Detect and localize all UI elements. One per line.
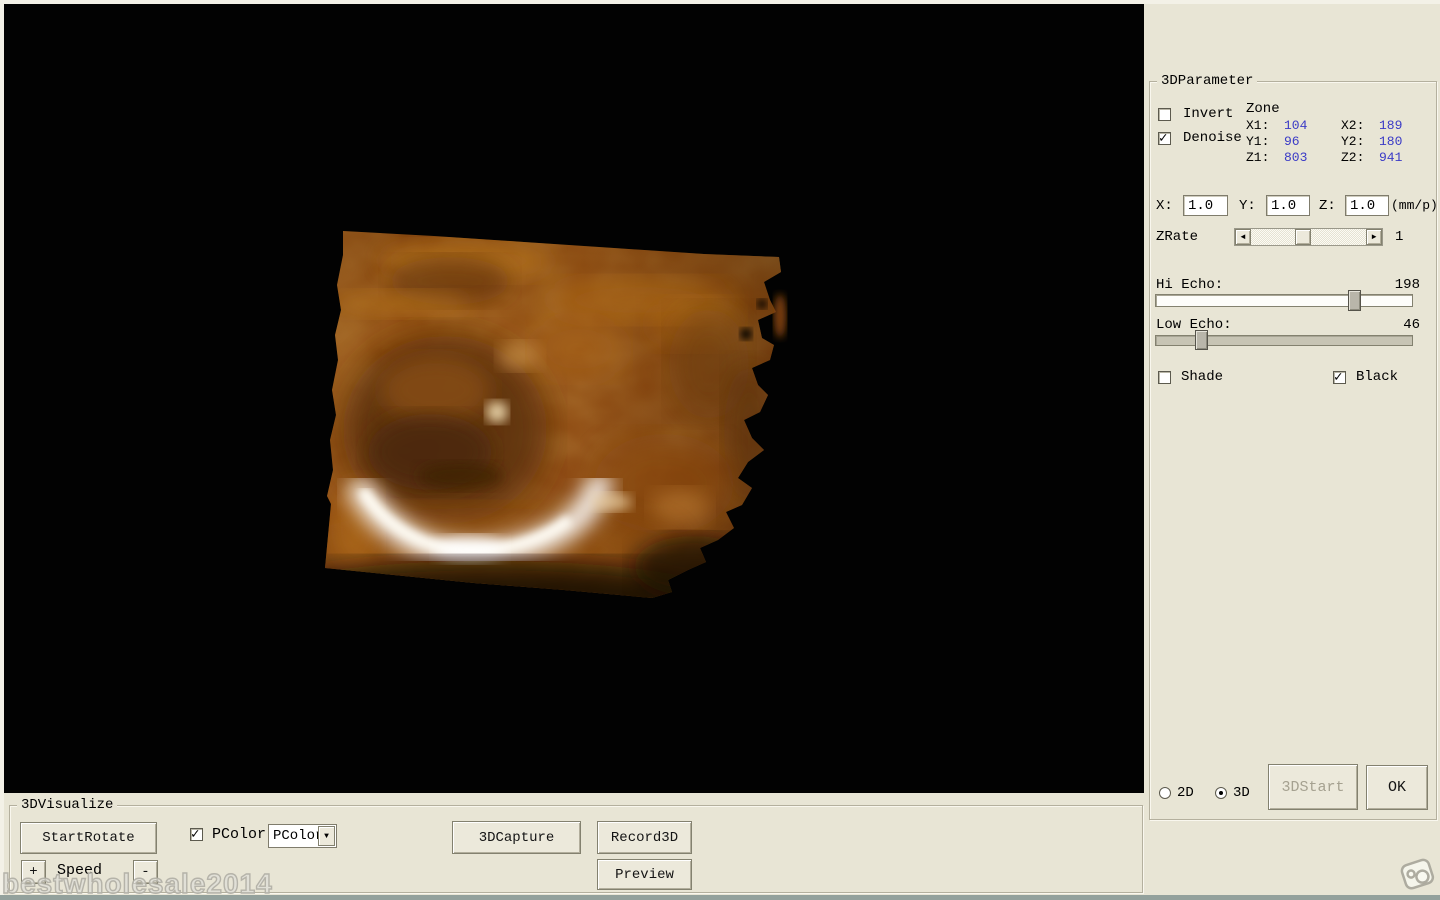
hi-echo-track[interactable]	[1155, 294, 1413, 307]
shade-checkbox[interactable]	[1158, 371, 1171, 384]
denoise-label: Denoise	[1183, 130, 1242, 146]
zone-x1-label: X1:	[1246, 118, 1270, 133]
scale-y-label: Y:	[1239, 198, 1256, 214]
denoise-checkbox[interactable]	[1158, 130, 1171, 147]
mode-2d-label: 2D	[1177, 785, 1194, 801]
zone-z1-value: 803	[1284, 150, 1308, 165]
zone-x2-label: X2:	[1341, 118, 1365, 133]
ultrasound-render	[325, 231, 786, 598]
zrate-left-arrow-icon[interactable]: ◄	[1235, 229, 1251, 245]
zone-title: Zone	[1246, 101, 1280, 117]
zone-z1-label: Z1:	[1246, 150, 1270, 165]
scale-unit-label: (mm/p)	[1391, 198, 1438, 213]
bottom-border	[0, 895, 1440, 900]
3dcapture-button[interactable]: 3DCapture	[452, 821, 581, 854]
invert-label: Invert	[1183, 106, 1234, 122]
hi-echo-label: Hi Echo:	[1156, 277, 1224, 293]
hi-echo-slider[interactable]	[1155, 290, 1413, 311]
watermark-stamp-icon	[1400, 858, 1435, 890]
scale-z-input[interactable]	[1345, 195, 1389, 216]
parameter-group-title: 3DParameter	[1157, 73, 1258, 89]
shade-label: Shade	[1181, 369, 1224, 385]
pcolor-dropdown[interactable]: PColor ▼	[268, 824, 337, 848]
black-checkbox[interactable]	[1333, 369, 1346, 386]
mode-3d-label: 3D	[1233, 785, 1250, 801]
zone-y1-label: Y1:	[1246, 134, 1270, 149]
scale-x-input[interactable]	[1183, 195, 1228, 216]
pcolor-label: PColor	[212, 826, 267, 843]
invert-checkbox[interactable]	[1158, 108, 1171, 121]
low-echo-thumb[interactable]	[1194, 330, 1208, 350]
ok-button[interactable]: OK	[1366, 765, 1428, 810]
pcolor-checkbox[interactable]	[190, 826, 203, 843]
scale-x-label: X:	[1156, 198, 1173, 214]
zone-z2-value: 941	[1379, 150, 1403, 165]
low-echo-value: 46	[1403, 317, 1420, 333]
hi-echo-value: 198	[1394, 277, 1420, 293]
parameter-groupbox: 3DParameter	[1149, 73, 1437, 820]
zrate-right-arrow-icon[interactable]: ►	[1366, 229, 1382, 245]
zrate-scrollbar[interactable]: ◄ ►	[1234, 228, 1383, 246]
preview-button[interactable]: Preview	[597, 859, 692, 890]
pcolor-dropdown-value: PColor	[273, 828, 324, 844]
render-viewport[interactable]	[4, 4, 1144, 793]
scale-z-label: Z:	[1319, 198, 1336, 214]
mode-2d-radio[interactable]	[1159, 787, 1171, 799]
record3d-button[interactable]: Record3D	[597, 821, 692, 854]
3dstart-button[interactable]: 3DStart	[1268, 764, 1358, 810]
start-rotate-button[interactable]: StartRotate	[20, 822, 157, 854]
scale-y-input[interactable]	[1266, 195, 1310, 216]
zrate-label: ZRate	[1156, 229, 1199, 245]
low-echo-slider[interactable]	[1155, 330, 1413, 350]
visualize-group-title: 3DVisualize	[17, 797, 118, 813]
zone-y1-value: 96	[1284, 134, 1300, 149]
zone-x2-value: 189	[1379, 118, 1403, 133]
zrate-value: 1	[1395, 229, 1404, 245]
zone-y2-value: 180	[1379, 134, 1403, 149]
hi-echo-thumb[interactable]	[1348, 290, 1362, 311]
dropdown-arrow-icon[interactable]: ▼	[318, 826, 335, 846]
black-label: Black	[1356, 369, 1399, 385]
zone-y2-label: Y2:	[1341, 134, 1365, 149]
mode-3d-radio[interactable]	[1215, 787, 1227, 799]
zone-z2-label: Z2:	[1341, 150, 1365, 165]
zone-x1-value: 104	[1284, 118, 1308, 133]
zrate-thumb[interactable]	[1295, 229, 1311, 245]
